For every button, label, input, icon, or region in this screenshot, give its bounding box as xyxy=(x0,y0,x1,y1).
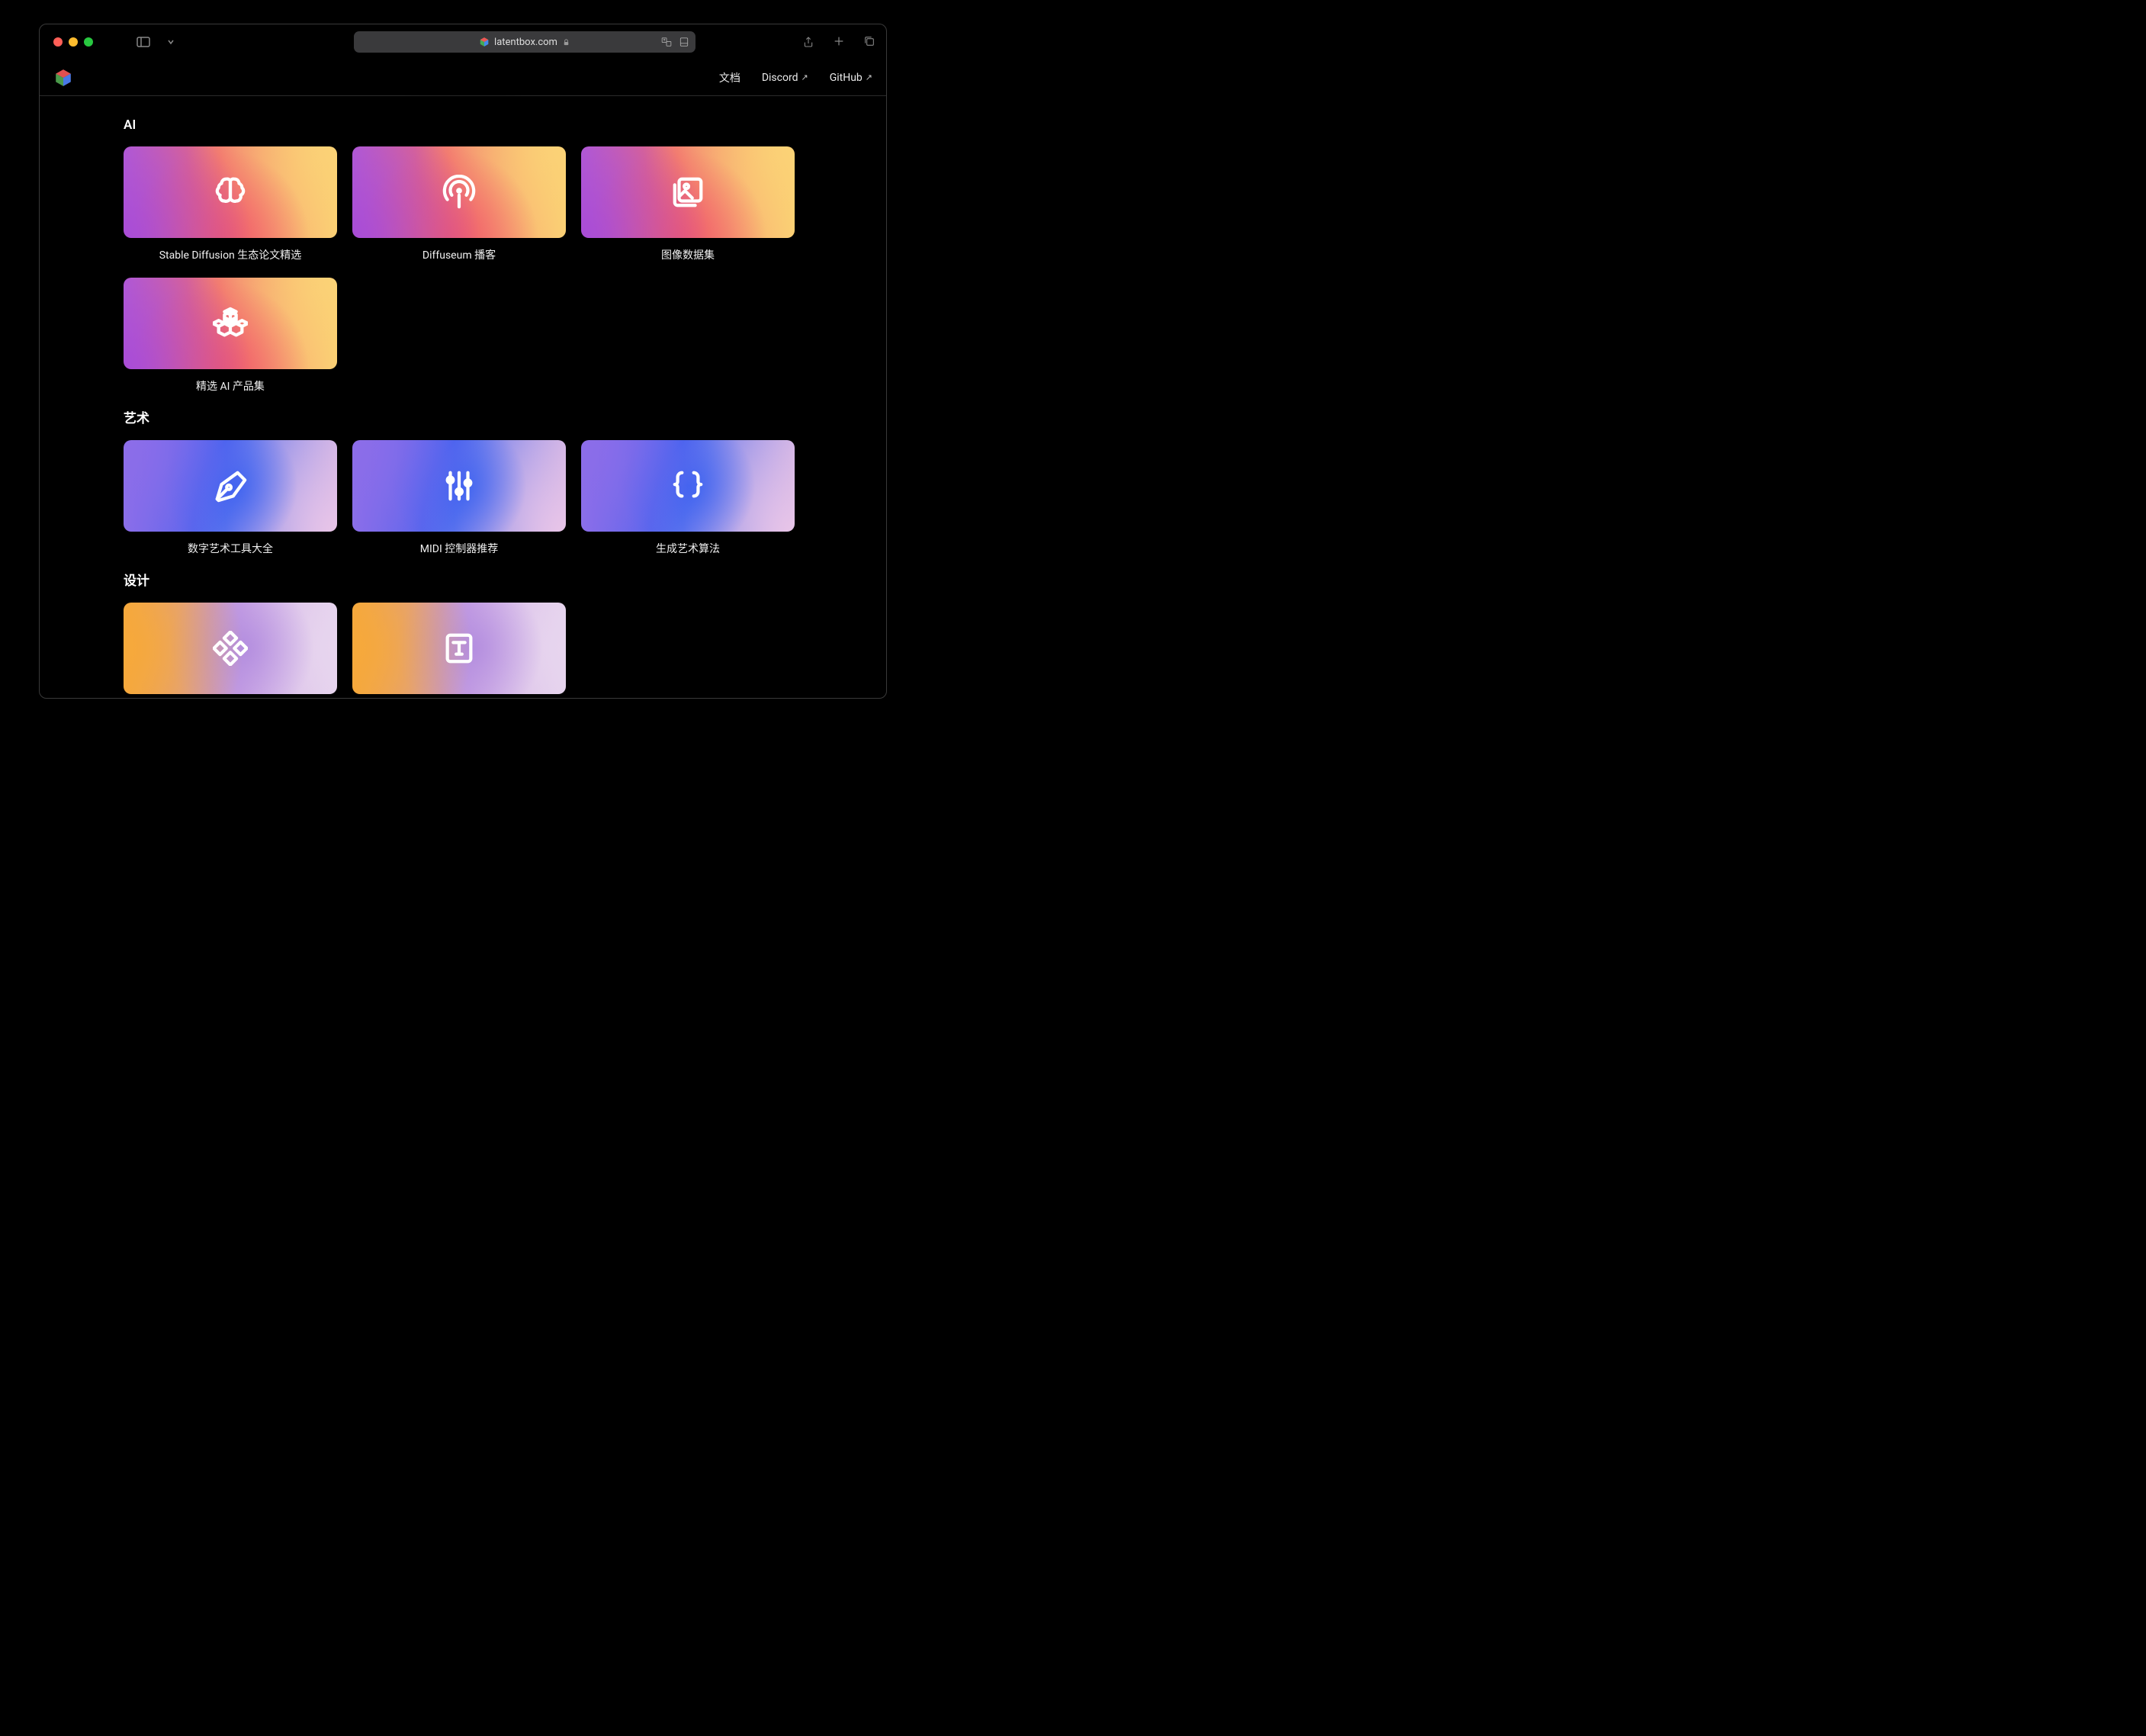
address-bar-text: latentbox.com xyxy=(494,37,557,48)
nav-discord-label: Discord xyxy=(762,72,798,84)
reader-icon[interactable] xyxy=(679,37,689,47)
card-visual xyxy=(124,146,337,238)
translate-icon[interactable] xyxy=(660,37,673,47)
header-center-blur xyxy=(413,66,512,89)
card-label: 数字艺术工具大全 xyxy=(124,541,337,556)
brain-icon xyxy=(213,175,248,210)
sliders-icon xyxy=(442,468,477,503)
type-icon xyxy=(442,631,477,666)
card-image-datasets[interactable]: 图像数据集 xyxy=(581,146,795,262)
card-midi-controllers[interactable]: MIDI 控制器推荐 xyxy=(352,440,566,556)
external-link-icon: ↗ xyxy=(801,72,808,82)
card-label: 精选 AI 产品集 xyxy=(124,378,337,394)
nav-github[interactable]: GitHub ↗ xyxy=(830,70,872,85)
nav-discord[interactable]: Discord ↗ xyxy=(762,70,808,85)
toolbar-right xyxy=(802,35,875,49)
card-visual xyxy=(352,146,566,238)
card-visual xyxy=(352,603,566,694)
site-favicon-icon xyxy=(479,37,490,47)
nav-docs[interactable]: 文档 xyxy=(719,70,740,85)
page-content: AI Stable Diffusion 生态论文精选 Diffuseum 播客 … xyxy=(40,96,886,698)
section-title-ai: AI xyxy=(124,117,802,133)
card-visual xyxy=(124,603,337,694)
card-label: MIDI 控制器推荐 xyxy=(352,541,566,556)
images-icon xyxy=(670,175,705,210)
card-design-components[interactable] xyxy=(124,603,337,698)
lock-icon xyxy=(562,38,570,47)
browser-window: latentbox.com 文档 Discord xyxy=(39,24,887,699)
components-icon xyxy=(213,631,248,666)
section-title-art: 艺术 xyxy=(124,407,802,426)
card-label: 图像数据集 xyxy=(581,247,795,262)
share-icon[interactable] xyxy=(802,35,814,49)
nav-links: 文档 Discord ↗ GitHub ↗ xyxy=(719,70,872,85)
app-header: 文档 Discord ↗ GitHub ↗ xyxy=(40,59,886,96)
card-label: 生成艺术算法 xyxy=(581,541,795,556)
card-ai-products[interactable]: 精选 AI 产品集 xyxy=(124,278,337,394)
nav-github-label: GitHub xyxy=(830,72,863,84)
card-diffuseum-podcast[interactable]: Diffuseum 播客 xyxy=(352,146,566,262)
braces-icon xyxy=(670,468,705,503)
address-bar[interactable]: latentbox.com xyxy=(354,31,696,53)
browser-titlebar: latentbox.com xyxy=(40,24,886,59)
card-label: Stable Diffusion 生态论文精选 xyxy=(124,247,337,262)
tabs-icon[interactable] xyxy=(863,35,875,47)
nav-docs-label: 文档 xyxy=(719,70,740,85)
card-label: Diffuseum 播客 xyxy=(352,247,566,262)
card-visual xyxy=(124,440,337,532)
card-generative-art-algorithms[interactable]: 生成艺术算法 xyxy=(581,440,795,556)
window-controls xyxy=(53,37,93,47)
card-visual xyxy=(581,146,795,238)
maximize-window-button[interactable] xyxy=(84,37,93,47)
pen-icon xyxy=(213,468,248,503)
grid-design xyxy=(124,603,802,698)
app-logo[interactable] xyxy=(53,68,73,88)
card-sd-papers[interactable]: Stable Diffusion 生态论文精选 xyxy=(124,146,337,262)
podcast-icon xyxy=(442,175,477,210)
grid-ai: Stable Diffusion 生态论文精选 Diffuseum 播客 图像数… xyxy=(124,146,802,394)
new-tab-icon[interactable] xyxy=(833,35,845,47)
sidebar-toggle-icon[interactable] xyxy=(134,33,153,51)
minimize-window-button[interactable] xyxy=(69,37,78,47)
section-title-design: 设计 xyxy=(124,570,802,589)
boxes-icon xyxy=(213,306,248,341)
card-visual xyxy=(124,278,337,369)
card-visual xyxy=(581,440,795,532)
card-visual xyxy=(352,440,566,532)
external-link-icon: ↗ xyxy=(866,72,872,82)
close-window-button[interactable] xyxy=(53,37,63,47)
card-digital-art-tools[interactable]: 数字艺术工具大全 xyxy=(124,440,337,556)
card-design-typography[interactable] xyxy=(352,603,566,698)
grid-art: 数字艺术工具大全 MIDI 控制器推荐 生成艺术算法 xyxy=(124,440,802,556)
chevron-down-icon[interactable] xyxy=(162,33,180,51)
